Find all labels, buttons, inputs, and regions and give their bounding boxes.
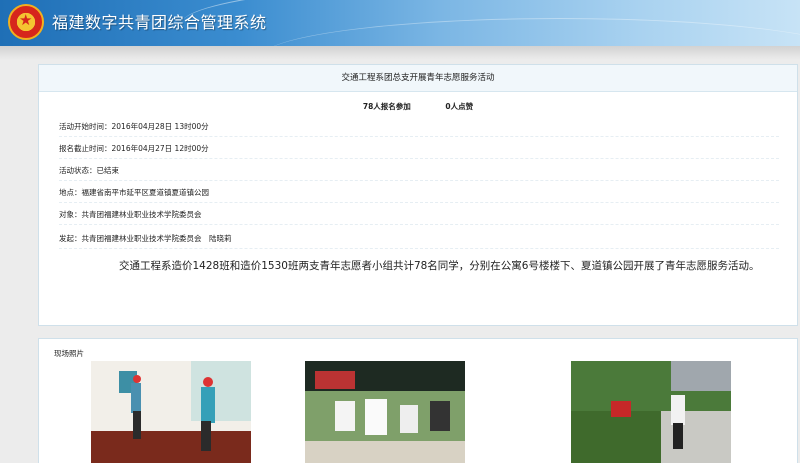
app-header: ★ 福建数字共青团综合管理系统	[0, 0, 800, 46]
location-label: 地点：	[59, 188, 82, 197]
audience-value: 共青团福建林业职业技术学院委员会	[81, 210, 202, 219]
deadline-label: 报名截止时间：	[59, 144, 112, 153]
location-row: 地点：福建省南平市延平区夏道镇夏道镇公园	[59, 183, 779, 203]
start-time-value: 2016年04月28日 13时00分	[111, 122, 209, 131]
like-count[interactable]: 0人点赞	[445, 101, 473, 112]
location-value: 福建省南平市延平区夏道镇夏道镇公园	[81, 188, 210, 197]
activity-counts: 78人报名参加 0人点赞	[39, 101, 797, 112]
status-value: 已结束	[96, 166, 120, 175]
activity-photo-3[interactable]	[571, 361, 731, 463]
photos-panel: 现场照片	[38, 338, 798, 463]
signup-count: 78人报名参加	[362, 102, 411, 111]
activity-photo-2[interactable]	[305, 361, 465, 463]
status-label: 活动状态：	[59, 166, 97, 175]
activity-detail-panel: 交通工程系团总支开展青年志愿服务活动 78人报名参加 0人点赞 活动开始时间：2…	[38, 64, 798, 326]
activity-title: 交通工程系团总支开展青年志愿服务活动	[39, 65, 797, 92]
organizer-value: 共青团福建林业职业技术学院委员会 陆晓莉	[81, 234, 232, 243]
status-row: 活动状态：已结束	[59, 161, 779, 181]
activity-photo-1[interactable]	[91, 361, 251, 463]
start-time-label: 活动开始时间：	[59, 122, 112, 131]
deadline-row: 报名截止时间：2016年04月27日 12时00分	[59, 139, 779, 159]
photos-label: 现场照片	[54, 349, 84, 358]
audience-row: 对象：共青团福建林业职业技术学院委员会	[59, 205, 779, 225]
header-shadow	[0, 46, 800, 60]
activity-description: 交通工程系造价1428班和造价1530班两支青年志愿者小组共计78名同学，分别在…	[119, 260, 760, 272]
app-title: 福建数字共青团综合管理系统	[52, 13, 267, 32]
organizer-label: 发起：	[59, 234, 82, 243]
start-time-row: 活动开始时间：2016年04月28日 13时00分	[59, 117, 779, 137]
organizer-row: 发起：共青团福建林业职业技术学院委员会 陆晓莉	[59, 229, 779, 249]
youth-league-logo-icon: ★	[8, 4, 44, 40]
deadline-value: 2016年04月27日 12时00分	[111, 144, 209, 153]
audience-label: 对象：	[59, 210, 82, 219]
